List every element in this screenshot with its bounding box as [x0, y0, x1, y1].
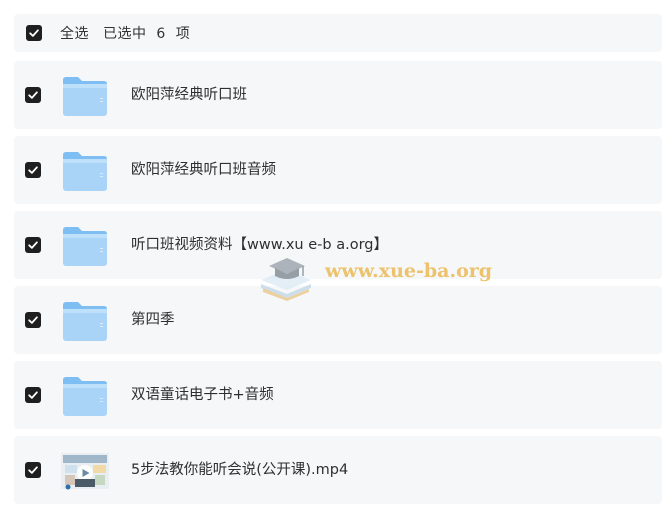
- file-row[interactable]: 第四季: [14, 286, 662, 354]
- check-icon: [28, 466, 38, 474]
- file-row[interactable]: 听口班视频资料【www.xu e-b a.org】: [14, 211, 662, 279]
- select-all-checkbox[interactable]: [26, 25, 42, 41]
- check-icon: [28, 166, 38, 174]
- check-icon: [28, 91, 38, 99]
- row-checkbox[interactable]: [25, 462, 41, 478]
- file-name[interactable]: 第四季: [131, 286, 175, 354]
- row-checkbox[interactable]: [25, 162, 41, 178]
- selection-header: 全选 已选中 6 项: [14, 14, 662, 52]
- file-name[interactable]: 欧阳萍经典听口班音频: [131, 136, 276, 204]
- file-name[interactable]: 双语童话电子书+音频: [131, 361, 274, 429]
- folder-icon: [63, 152, 107, 191]
- file-row[interactable]: 5步法教你能听会说(公开课).mp4: [14, 436, 662, 504]
- file-list-page: 全选 已选中 6 项 欧阳萍经典听口班 欧阳萍经典听口班音频 听口班视频资料【w…: [0, 0, 662, 517]
- file-row[interactable]: 双语童话电子书+音频: [14, 361, 662, 429]
- file-name[interactable]: 欧阳萍经典听口班: [131, 61, 247, 129]
- file-name[interactable]: 听口班视频资料【www.xu e-b a.org】: [131, 211, 388, 279]
- folder-icon: [63, 302, 107, 341]
- selected-count-text: 已选中 6 项: [103, 26, 191, 42]
- row-checkbox[interactable]: [25, 237, 41, 253]
- row-checkbox[interactable]: [25, 387, 41, 403]
- check-icon: [29, 29, 39, 37]
- check-icon: [28, 241, 38, 249]
- row-checkbox[interactable]: [25, 312, 41, 328]
- folder-icon: [63, 77, 107, 116]
- check-icon: [28, 316, 38, 324]
- file-row[interactable]: 欧阳萍经典听口班音频: [14, 136, 662, 204]
- folder-icon: [63, 227, 107, 266]
- folder-icon: [63, 377, 107, 416]
- video-thumbnail-icon: [61, 453, 109, 490]
- check-icon: [28, 391, 38, 399]
- select-all-label[interactable]: 全选: [60, 23, 89, 43]
- file-row[interactable]: 欧阳萍经典听口班: [14, 61, 662, 129]
- file-name[interactable]: 5步法教你能听会说(公开课).mp4: [131, 436, 348, 504]
- row-checkbox[interactable]: [25, 87, 41, 103]
